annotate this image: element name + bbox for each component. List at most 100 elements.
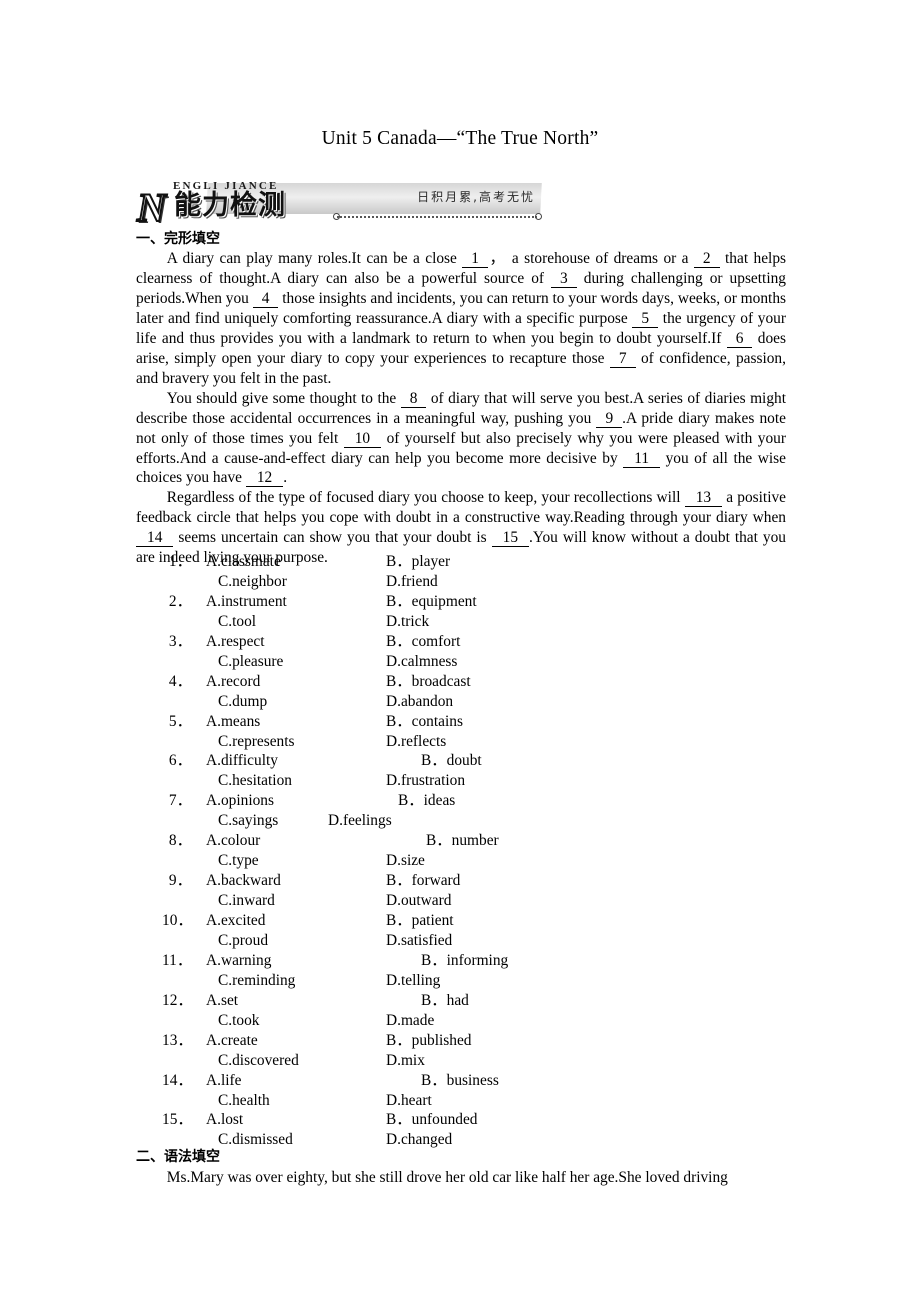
option-b[interactable]: B．broadcast	[386, 672, 471, 692]
cloze-blank: 3	[551, 269, 577, 288]
option-c[interactable]: C.pleasure	[218, 652, 283, 672]
option-a[interactable]: A.opinions	[206, 791, 274, 811]
option-b[interactable]: B．contains	[386, 712, 463, 732]
cloze-blank: 7	[609, 349, 636, 368]
question-number: 12．	[162, 991, 193, 1009]
question-number: 4．	[168, 672, 192, 690]
option-a[interactable]: A.respect	[206, 632, 265, 652]
option-c[interactable]: C.dump	[218, 692, 267, 712]
option-d[interactable]: D.heart	[386, 1091, 432, 1111]
option-b[interactable]: B．comfort	[386, 632, 460, 652]
option-a[interactable]: A.record	[206, 672, 260, 692]
question-item: 12． A.set B．had C.took D.made	[136, 991, 786, 1031]
question-number: 9．	[168, 872, 192, 890]
option-c[interactable]: C.dismissed	[218, 1130, 293, 1150]
option-b[interactable]: B．business	[421, 1071, 499, 1091]
option-b[interactable]: B．ideas	[398, 791, 455, 811]
option-c[interactable]: C.tool	[218, 612, 256, 632]
cloze-blank: 15	[491, 529, 530, 548]
question-item: 7． A.opinions B．ideas C.sayings D.feelings	[136, 791, 786, 831]
option-d[interactable]: D.outward	[386, 891, 451, 911]
option-d[interactable]: D.trick	[386, 612, 429, 632]
question-number: 13．	[162, 1031, 193, 1049]
option-d[interactable]: D.size	[386, 851, 425, 871]
option-a[interactable]: A.life	[206, 1071, 241, 1091]
section-logo-banner: N ENGLI JIANCE 能力检测 日积月累,高考无忧	[136, 180, 542, 230]
logo-dotted-rule	[337, 216, 537, 223]
option-b[interactable]: B．forward	[386, 871, 460, 891]
cloze-blank: 8	[400, 389, 427, 408]
question-number: 8．	[168, 832, 192, 850]
cloze-blank: 2	[693, 250, 720, 268]
option-d[interactable]: D.reflects	[386, 732, 446, 752]
option-c[interactable]: C.hesitation	[218, 771, 292, 791]
logo-chinese-title: 能力检测	[174, 190, 286, 221]
option-a[interactable]: A.difficulty	[206, 751, 278, 771]
option-a[interactable]: A.backward	[206, 871, 281, 891]
option-c[interactable]: C.proud	[218, 931, 268, 951]
option-a[interactable]: A.create	[206, 1031, 258, 1051]
option-d[interactable]: D.friend	[386, 572, 438, 592]
option-d[interactable]: D.frustration	[386, 771, 465, 791]
option-a[interactable]: A.means	[206, 712, 260, 732]
question-item: 15． A.lost B．unfounded C.dismissed D.changed	[136, 1110, 786, 1150]
option-b[interactable]: B．published	[386, 1031, 472, 1051]
question-item: 3． A.respect B．comfort C.pleasure D.calmness	[136, 632, 786, 672]
logo-letter-n-icon: N	[136, 185, 167, 230]
option-c[interactable]: C.inward	[218, 891, 275, 911]
cloze-blank: 12	[245, 469, 284, 488]
option-d[interactable]: D.satisfied	[386, 931, 452, 951]
cloze-blank: 4	[252, 289, 279, 308]
option-a[interactable]: A.set	[206, 991, 238, 1011]
question-item: 4． A.record B．broadcast C.dump D.abandon	[136, 672, 786, 712]
option-b[interactable]: B．unfounded	[386, 1110, 477, 1130]
document-page: Unit 5 Canada—“The True North” N ENGLI J…	[0, 0, 920, 1302]
option-a[interactable]: A.excited	[206, 911, 265, 931]
question-item: 2． A.instrument B．equipment C.tool D.trick	[136, 592, 786, 632]
option-d[interactable]: D.calmness	[386, 652, 457, 672]
option-b[interactable]: B．number	[426, 831, 499, 851]
cloze-blank: 5	[632, 309, 659, 328]
option-a[interactable]: A.lost	[206, 1110, 243, 1130]
option-c[interactable]: C.sayings	[218, 811, 278, 831]
option-d[interactable]: D.abandon	[386, 692, 453, 712]
option-b[interactable]: B．player	[386, 552, 450, 572]
option-c[interactable]: C.reminding	[218, 971, 295, 991]
cloze-blank: 14	[136, 529, 174, 548]
section-heading-grammar: 二、语法填空	[136, 1149, 220, 1165]
question-number: 14．	[162, 1071, 193, 1089]
option-d[interactable]: D.telling	[386, 971, 440, 991]
question-options-list: 1． A.classmate B．player C.neighbor D.friend 2…	[136, 552, 786, 1150]
passage-paragraph: A diary can play many roles.It can be a …	[136, 250, 787, 387]
option-d[interactable]: D.feelings	[328, 811, 392, 831]
option-b[interactable]: B．informing	[421, 951, 508, 971]
question-number: 7．	[168, 792, 192, 810]
option-c[interactable]: C.type	[218, 851, 259, 871]
option-d[interactable]: D.made	[386, 1011, 434, 1031]
option-a[interactable]: A.colour	[206, 831, 260, 851]
option-d[interactable]: D.changed	[386, 1130, 452, 1150]
cloze-blank: 9	[596, 409, 623, 428]
question-item: 10． A.excited B．patient C.proud D.satisfied	[136, 911, 786, 951]
option-b[interactable]: B．doubt	[421, 751, 482, 771]
question-number: 1．	[168, 553, 192, 570]
option-b[interactable]: B．equipment	[386, 592, 477, 612]
option-c[interactable]: C.represents	[218, 732, 295, 752]
option-c[interactable]: C.neighbor	[218, 572, 287, 592]
option-a[interactable]: A.warning	[206, 951, 271, 971]
option-a[interactable]: A.classmate	[206, 552, 281, 572]
option-c[interactable]: C.took	[218, 1011, 259, 1031]
option-b[interactable]: B．patient	[386, 911, 454, 931]
question-number: 6．	[168, 752, 192, 770]
cloze-blank: 13	[684, 489, 723, 508]
section-heading-cloze: 一、完形填空	[136, 231, 220, 247]
cloze-blank: 6	[726, 329, 753, 348]
option-c[interactable]: C.discovered	[218, 1051, 299, 1071]
question-item: 5． A.means B．contains C.represents D.reflect…	[136, 712, 786, 752]
option-a[interactable]: A.instrument	[206, 592, 287, 612]
question-item: 8． A.colour B．number C.type D.size	[136, 831, 786, 871]
question-item: 11． A.warning B．informing C.reminding D.tell…	[136, 951, 786, 991]
option-b[interactable]: B．had	[421, 991, 469, 1011]
option-d[interactable]: D.mix	[386, 1051, 425, 1071]
option-c[interactable]: C.health	[218, 1091, 270, 1111]
